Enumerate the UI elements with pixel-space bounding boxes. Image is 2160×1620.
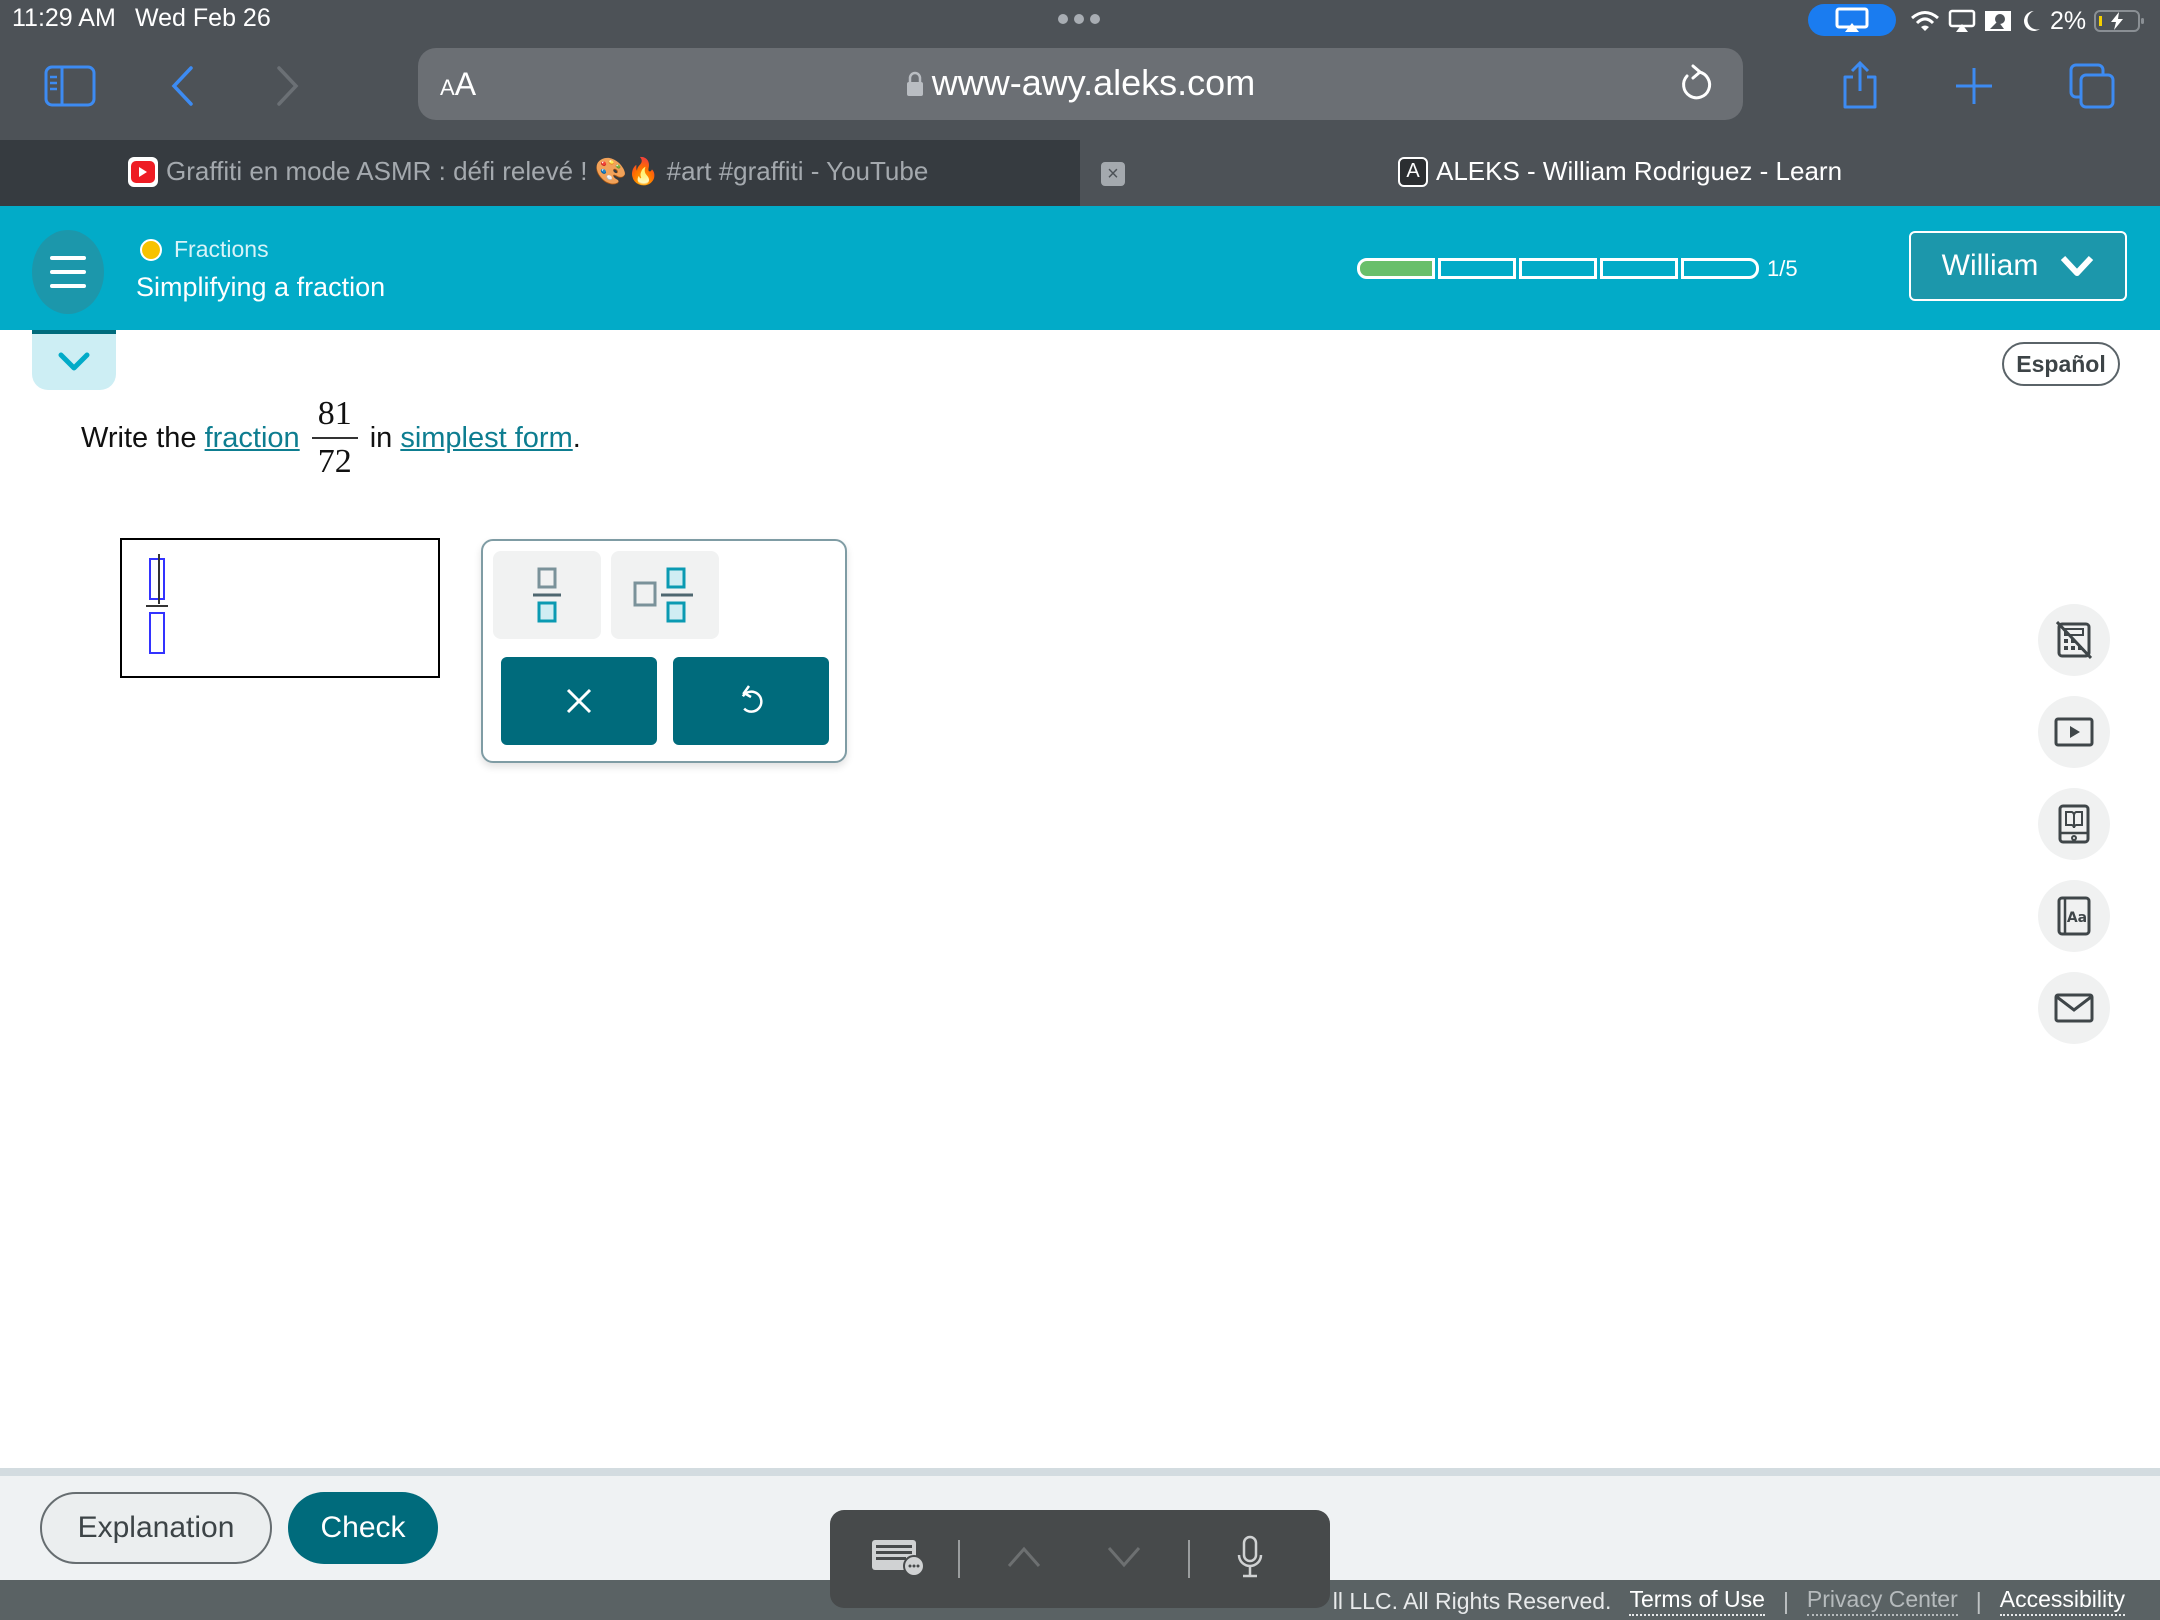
menu-button[interactable] bbox=[32, 230, 104, 314]
mixed-number-icon bbox=[633, 567, 693, 623]
footer-separator: | bbox=[1782, 1587, 1789, 1614]
message-button[interactable] bbox=[2038, 972, 2110, 1044]
status-time: 11:29 AM bbox=[12, 4, 116, 32]
undo-icon bbox=[741, 685, 763, 713]
divider bbox=[0, 1468, 2160, 1476]
numerator: 81 bbox=[317, 395, 352, 432]
battery-percent: 2% bbox=[2050, 6, 2087, 35]
microphone-icon[interactable] bbox=[1236, 1535, 1264, 1584]
answer-fraction[interactable] bbox=[146, 554, 168, 654]
collapse-header-button[interactable] bbox=[32, 330, 116, 390]
address-bar[interactable]: AA www-awy.aleks.com bbox=[418, 48, 1743, 120]
tab-title: Graffiti en mode ASMR : défi relevé ! 🎨🔥… bbox=[166, 156, 929, 186]
answer-input[interactable] bbox=[120, 538, 440, 678]
tabs-icon[interactable] bbox=[2062, 56, 2122, 116]
url-text: www-awy.aleks.com bbox=[931, 62, 1256, 103]
explanation-button[interactable]: Explanation bbox=[40, 1492, 272, 1564]
topic-label: Fractions bbox=[174, 236, 269, 262]
answer-denominator-slot[interactable] bbox=[149, 612, 165, 654]
problem-statement: Write the fraction 81 72 in simplest for… bbox=[81, 395, 581, 481]
keyboard-accessory-bar bbox=[830, 1510, 1330, 1608]
forward-icon[interactable] bbox=[258, 56, 318, 116]
problem-prefix: Write the bbox=[81, 421, 197, 454]
progress-label: 1/5 bbox=[1767, 256, 1798, 281]
privacy-center-link[interactable]: Privacy Center bbox=[1806, 1586, 1958, 1616]
chevron-down-icon[interactable] bbox=[1106, 1545, 1142, 1574]
new-tab-icon[interactable] bbox=[1944, 56, 2004, 116]
problem-suffix: . bbox=[572, 421, 581, 454]
url-display[interactable]: www-awy.aleks.com bbox=[418, 62, 1743, 104]
tab-youtube[interactable]: Graffiti en mode ASMR : défi relevé ! 🎨🔥… bbox=[0, 140, 1080, 206]
svg-text:Aa: Aa bbox=[2067, 910, 2087, 926]
progress-segment bbox=[1357, 258, 1435, 279]
copyright-text: ll LLC. All Rights Reserved. bbox=[1332, 1587, 1612, 1614]
do-not-disturb-moon-icon bbox=[2024, 11, 2040, 31]
multitasking-handle[interactable] bbox=[1058, 14, 1100, 24]
topic-status-dot bbox=[140, 238, 162, 261]
lesson-title: Simplifying a fraction bbox=[136, 272, 386, 302]
calculator-button[interactable] bbox=[2038, 604, 2110, 676]
fraction-link[interactable]: fraction bbox=[205, 422, 300, 455]
status-icons: 2% bbox=[1910, 4, 2145, 38]
progress-segment bbox=[1600, 258, 1678, 279]
lock-icon bbox=[906, 71, 923, 96]
denominator: 72 bbox=[317, 443, 352, 480]
chevron-up-icon[interactable] bbox=[1006, 1545, 1042, 1574]
airplay-icon bbox=[1948, 9, 1976, 32]
fraction-template-button[interactable] bbox=[493, 551, 601, 639]
dictionary-button[interactable]: Aa bbox=[2038, 880, 2110, 952]
status-date: Wed Feb 26 bbox=[135, 4, 271, 32]
fraction-icon bbox=[533, 567, 561, 623]
espanol-button[interactable]: Español bbox=[2002, 342, 2120, 386]
tab-aleks[interactable]: A ALEKS - William Rodriguez - Learn bbox=[1398, 156, 1842, 187]
video-icon bbox=[2054, 717, 2094, 747]
back-icon[interactable] bbox=[152, 56, 212, 116]
user-name: William bbox=[1941, 249, 2039, 282]
browser-chrome: 11:29 AM Wed Feb 26 2% AA www-awy.aleks.… bbox=[0, 0, 2160, 140]
close-tab-button[interactable]: × bbox=[1101, 162, 1125, 186]
wifi-icon bbox=[1911, 11, 1939, 31]
message-icon bbox=[2054, 993, 2094, 1023]
calculator-disabled-icon bbox=[2056, 621, 2092, 659]
progress-segment bbox=[1681, 258, 1759, 279]
ebook-icon bbox=[2058, 804, 2090, 844]
user-menu-button[interactable]: William bbox=[1909, 231, 2127, 301]
chevron-down-icon bbox=[58, 352, 90, 371]
battery-charging-icon bbox=[2094, 10, 2145, 32]
reload-icon[interactable] bbox=[1679, 64, 1713, 107]
screen-record-icon bbox=[1985, 11, 2011, 31]
footer-separator: | bbox=[1975, 1587, 1982, 1614]
aleks-icon: A bbox=[1398, 156, 1428, 187]
share-icon[interactable] bbox=[1830, 56, 1890, 116]
terms-of-use-link[interactable]: Terms of Use bbox=[1629, 1586, 1765, 1616]
hamburger-icon bbox=[50, 256, 86, 260]
problem-middle: in bbox=[369, 421, 393, 454]
keyboard-icon[interactable] bbox=[870, 1538, 926, 1581]
youtube-icon bbox=[128, 156, 158, 187]
topic: Fractions bbox=[140, 236, 269, 263]
accessibility-link[interactable]: Accessibility bbox=[1999, 1586, 2125, 1616]
aleks-header: Fractions Simplifying a fraction 1/5 Wil… bbox=[0, 206, 2160, 330]
mixed-number-template-button[interactable] bbox=[611, 551, 719, 639]
text-cursor bbox=[158, 554, 160, 604]
undo-button[interactable] bbox=[673, 657, 829, 745]
answer-numerator-slot[interactable] bbox=[149, 554, 165, 604]
tab-title: ALEKS - William Rodriguez - Learn bbox=[1436, 156, 1843, 186]
ebook-button[interactable] bbox=[2038, 788, 2110, 860]
math-palette bbox=[481, 539, 847, 763]
chevron-down-icon bbox=[2061, 255, 2094, 276]
sidebar-icon[interactable] bbox=[40, 56, 100, 116]
video-button[interactable] bbox=[2038, 696, 2110, 768]
screen-mirroring-icon[interactable] bbox=[1808, 4, 1896, 36]
given-fraction: 81 72 bbox=[311, 395, 358, 481]
progress-segment bbox=[1438, 258, 1516, 279]
progress-segment bbox=[1519, 258, 1597, 279]
tab-strip: Graffiti en mode ASMR : défi relevé ! 🎨🔥… bbox=[0, 140, 2160, 206]
simplest-form-link[interactable]: simplest form bbox=[400, 422, 572, 455]
clear-button[interactable] bbox=[501, 657, 657, 745]
close-icon bbox=[566, 688, 592, 714]
dictionary-icon: Aa bbox=[2057, 896, 2091, 936]
progress-bar bbox=[1357, 258, 1759, 279]
check-button[interactable]: Check bbox=[288, 1492, 438, 1564]
